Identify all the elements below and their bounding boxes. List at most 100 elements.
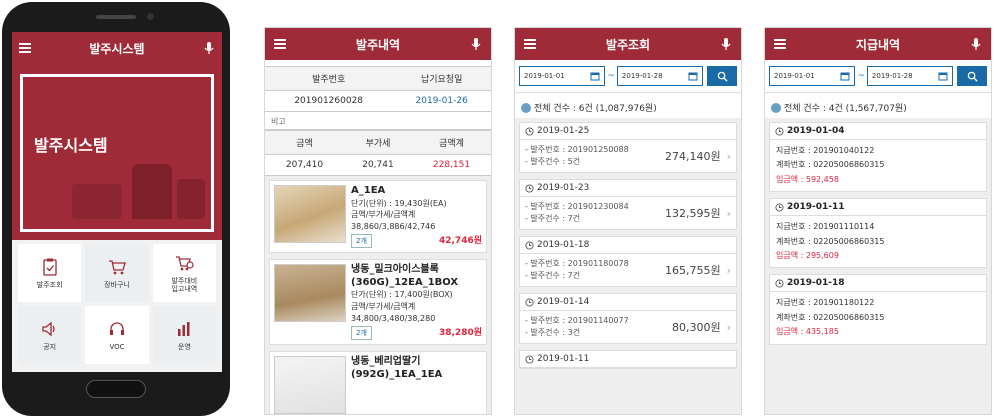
order-amount: 80,300원	[671, 321, 721, 334]
end-date-field[interactable]: 2019-01-28	[866, 66, 954, 86]
product-name: 냉동_밀크아이스블록(360G)_12EA_1BOX	[351, 264, 459, 288]
tile-receiving-history[interactable]: 발주대비 입고내역	[152, 244, 216, 302]
list-item[interactable]: 2019-01-11 지급번호 : 201901110114 계좌번호 : 022…	[769, 198, 987, 269]
earpiece	[96, 15, 136, 19]
payment-number: 지급번호 : 201901040122	[776, 146, 875, 155]
column-header: 금액	[265, 130, 344, 155]
home-button[interactable]	[86, 380, 146, 398]
quantity-badge: 2개	[351, 234, 372, 249]
menu-icon[interactable]	[273, 37, 287, 51]
item-amount: 42,746원	[438, 235, 482, 246]
calendar-icon	[840, 72, 850, 81]
card-date: 2019-01-11	[537, 354, 590, 364]
menu-icon[interactable]	[18, 41, 32, 55]
chevron-right-icon: ›	[726, 206, 731, 220]
chevron-right-icon: ›	[726, 149, 731, 163]
list-item[interactable]: 2019-01-18 - 발주번호 : 201901180078 - 발주건수 :…	[519, 236, 737, 287]
unit-price: 단기(단위) : 19,430원(EA)	[351, 198, 447, 208]
start-date-field[interactable]: 2019-01-01	[519, 66, 606, 86]
cart-icon	[108, 260, 126, 275]
app-header: 발주내역	[265, 28, 491, 60]
card-date: 2019-01-14	[537, 297, 590, 307]
menu-grid: 발주조회 장바구니 발주대비 입고내역 공지 VOC 운영	[12, 240, 222, 368]
tile-notice[interactable]: 공지	[18, 306, 82, 364]
order-number: 201901260028	[265, 90, 393, 112]
order-count: - 발주건수 : 5건	[525, 157, 581, 166]
account-number: 계좌번호 : 02205006860315	[776, 236, 885, 246]
card-date: 2019-01-23	[537, 183, 590, 193]
product-name: A_1EA	[351, 185, 386, 196]
total-text: 전체 건수 : 4건 (1,567,707원)	[784, 104, 907, 114]
list-item[interactable]: 2019-01-14 - 발주번호 : 201901140077 - 발주건수 :…	[519, 293, 737, 344]
clipboard-check-icon	[43, 258, 57, 276]
list-item[interactable]: 2019-01-04 지급번호 : 201901040122 계좌번호 : 022…	[769, 122, 987, 193]
product-image	[274, 264, 346, 323]
order-amount: 132,595원	[664, 207, 721, 220]
page-title: 발주조회	[605, 37, 651, 52]
start-date-field[interactable]: 2019-01-01	[769, 66, 856, 86]
total-value: 228,151	[412, 154, 491, 176]
clock-icon	[525, 183, 534, 193]
total-text: 전체 건수 : 6건 (1,087,976원)	[534, 104, 657, 114]
app-title: 발주시스템	[89, 41, 145, 56]
tile-order-inquiry[interactable]: 발주조회	[18, 244, 82, 302]
microphone-icon[interactable]	[202, 41, 216, 55]
clock-icon	[775, 203, 784, 212]
list-item[interactable]: A_1EA 단기(단위) : 19,430원(EA) 금액/부가세/금액계 38…	[269, 180, 487, 254]
hero-title: 발주시스템	[34, 136, 108, 155]
search-button[interactable]	[707, 66, 738, 86]
order-amount: 274,140원	[664, 150, 721, 163]
card-date: 2019-01-11	[787, 202, 845, 213]
front-camera	[147, 13, 154, 20]
app-header: 지급내역	[765, 28, 991, 60]
order-inquiry-screen: 발주조회 2019-01-01 ~ 2019-01-28 전체 건수 : 6건 …	[514, 27, 742, 415]
list-item[interactable]: 2019-01-23 - 발주번호 : 201901230084 - 발주건수 :…	[519, 179, 737, 230]
breakdown-label: 금액/부가세/금액계	[351, 210, 416, 220]
range-separator: ~	[857, 71, 865, 81]
menu-icon[interactable]	[773, 37, 787, 51]
range-separator: ~	[607, 71, 615, 81]
card-date: 2019-01-18	[787, 278, 845, 289]
account-number: 계좌번호 : 02205006860315	[776, 160, 885, 170]
menu-icon[interactable]	[523, 37, 537, 51]
tile-label: 공지	[43, 342, 57, 351]
card-date: 2019-01-25	[537, 126, 590, 136]
chevron-right-icon: ›	[726, 263, 731, 277]
headset-icon	[109, 322, 124, 335]
order-number: - 발주번호 : 201901250088	[525, 145, 629, 154]
app-header: 발주시스템	[12, 32, 222, 64]
list-item[interactable]: 냉동_밀크아이스블록(360G)_12EA_1BOX 단가(단위) : 17,4…	[269, 259, 487, 346]
tile-cart[interactable]: 장바구니	[85, 244, 149, 302]
tile-label: 운영	[177, 342, 191, 351]
clock-icon	[525, 297, 534, 307]
list-item[interactable]: 2019-01-25 - 발주번호 : 201901250088 - 발주건수 :…	[519, 122, 737, 173]
chart-icon	[178, 321, 190, 336]
tile-voc[interactable]: VOC	[85, 306, 149, 364]
order-amount: 165,755원	[664, 264, 721, 277]
start-date-value: 2019-01-01	[774, 72, 815, 80]
microphone-icon[interactable]	[469, 37, 483, 51]
tile-operations[interactable]: 운영	[152, 306, 216, 364]
tile-label: 장바구니	[104, 280, 130, 289]
list-item[interactable]: 2019-01-11	[519, 350, 737, 369]
summary-icon	[521, 102, 531, 113]
list-item[interactable]: 냉동_베리업딸기(992G)_1EA_1EA	[269, 351, 487, 414]
clock-icon	[525, 354, 534, 364]
speaker-icon	[42, 321, 55, 337]
clock-icon	[525, 126, 534, 136]
chevron-right-icon: ›	[726, 320, 731, 334]
end-date-field[interactable]: 2019-01-28	[616, 66, 704, 86]
column-header: 부가세	[343, 130, 412, 155]
order-count: - 발주건수 : 7건	[525, 271, 581, 280]
list-item[interactable]: 2019-01-18 지급번호 : 201901180122 계좌번호 : 022…	[769, 274, 987, 345]
end-date-value: 2019-01-28	[871, 72, 913, 80]
order-number: - 발주번호 : 201901140077	[525, 316, 629, 325]
search-button[interactable]	[957, 66, 988, 86]
microphone-icon[interactable]	[719, 37, 733, 51]
account-number: 계좌번호 : 02205006860315	[776, 312, 885, 322]
deposit-amount: 입금액 : 295,609	[776, 250, 839, 260]
phone-device: 발주시스템 발주시스템 발주조회 장바구니 발주대비 입고내역 공지 VOC 운…	[2, 2, 230, 416]
home-screen: 발주시스템 발주시스템 발주조회 장바구니 발주대비 입고내역 공지 VOC 운…	[12, 32, 222, 372]
microphone-icon[interactable]	[969, 37, 983, 51]
page-title: 지급내역	[855, 37, 901, 52]
